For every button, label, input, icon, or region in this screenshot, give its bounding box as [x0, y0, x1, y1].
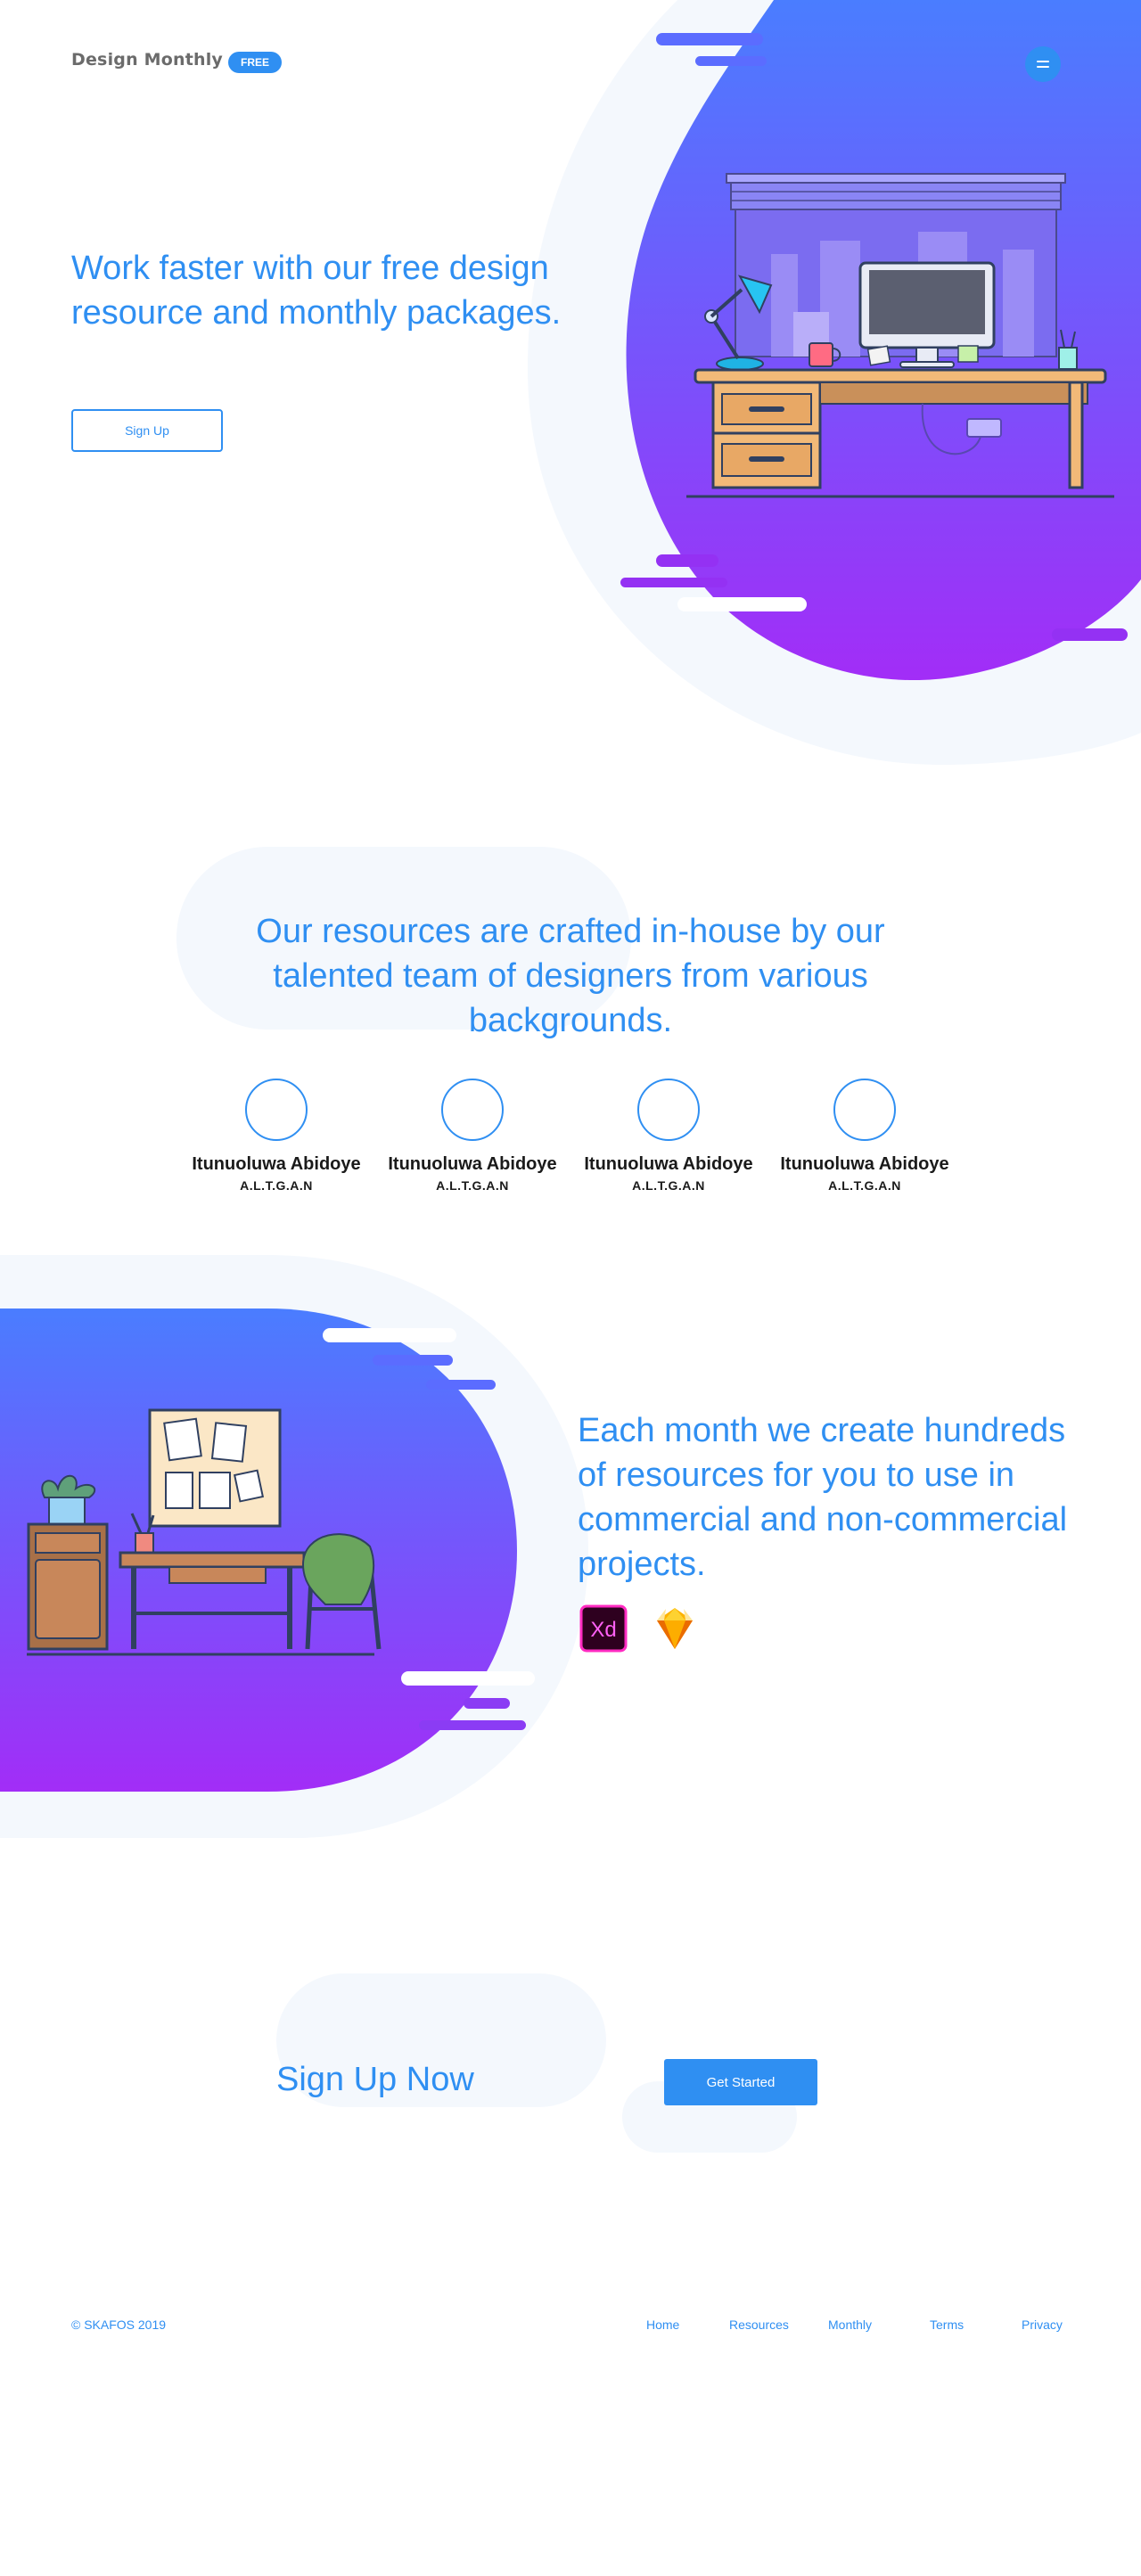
adobe-xd-icon: Xd — [579, 1604, 628, 1653]
hamburger-menu-icon[interactable] — [1025, 46, 1061, 82]
team-title: Our resources are crafted in-house by ou… — [256, 913, 885, 1039]
team-member: Itunuoluwa Abidoye A.L.T.G.A.N — [174, 1079, 379, 1193]
sketch-icon — [651, 1604, 699, 1653]
team-member: Itunuoluwa Abidoye A.L.T.G.A.N — [762, 1079, 967, 1193]
footer-link-monthly[interactable]: Monthly — [828, 2318, 872, 2332]
features-speed-line — [419, 1720, 526, 1730]
cta-title: Sign Up Now — [276, 2061, 474, 2098]
member-role: A.L.T.G.A.N — [436, 1178, 509, 1193]
features-title: Each month we create hundreds of resourc… — [578, 1412, 1068, 1583]
member-role: A.L.T.G.A.N — [828, 1178, 901, 1193]
footer-link-terms[interactable]: Terms — [930, 2318, 964, 2332]
features-speed-line — [323, 1328, 456, 1342]
features-speed-line — [426, 1380, 496, 1390]
copyright-text: © SKAFOS 2019 — [71, 2318, 167, 2332]
desk-illustration — [686, 173, 1114, 498]
xd-label: Xd — [590, 1618, 616, 1642]
member-name: Itunuoluwa Abidoye — [584, 1154, 753, 1174]
hero-speed-line — [656, 554, 718, 567]
footer-link-home[interactable]: Home — [646, 2318, 679, 2332]
footer-link-privacy[interactable]: Privacy — [1022, 2318, 1063, 2332]
site-logo[interactable]: Design Monthly — [71, 50, 223, 70]
workshop-illustration — [27, 1408, 382, 1656]
avatar — [833, 1079, 896, 1141]
hero-speed-line — [620, 578, 727, 587]
avatar — [245, 1079, 308, 1141]
hero-speed-line — [677, 597, 807, 611]
features-speed-line — [401, 1671, 535, 1686]
team-member: Itunuoluwa Abidoye A.L.T.G.A.N — [370, 1079, 575, 1193]
sign-up-button[interactable]: Sign Up — [71, 409, 223, 452]
features-speed-line — [373, 1355, 453, 1366]
member-name: Itunuoluwa Abidoye — [388, 1154, 557, 1174]
member-name: Itunuoluwa Abidoye — [192, 1154, 361, 1174]
hero-speed-line — [656, 33, 763, 45]
get-started-button[interactable]: Get Started — [664, 2059, 817, 2105]
hero-speed-line — [1052, 628, 1128, 641]
member-role: A.L.T.G.A.N — [632, 1178, 705, 1193]
member-name: Itunuoluwa Abidoye — [780, 1154, 949, 1174]
features-speed-line — [464, 1698, 510, 1709]
hero-title: Work faster with our free design resourc… — [71, 250, 562, 332]
hero-speed-line — [695, 56, 767, 66]
free-badge: FREE — [228, 52, 283, 73]
avatar — [441, 1079, 504, 1141]
team-member: Itunuoluwa Abidoye A.L.T.G.A.N — [566, 1079, 771, 1193]
footer-link-resources[interactable]: Resources — [729, 2318, 789, 2332]
avatar — [637, 1079, 700, 1141]
member-role: A.L.T.G.A.N — [240, 1178, 313, 1193]
